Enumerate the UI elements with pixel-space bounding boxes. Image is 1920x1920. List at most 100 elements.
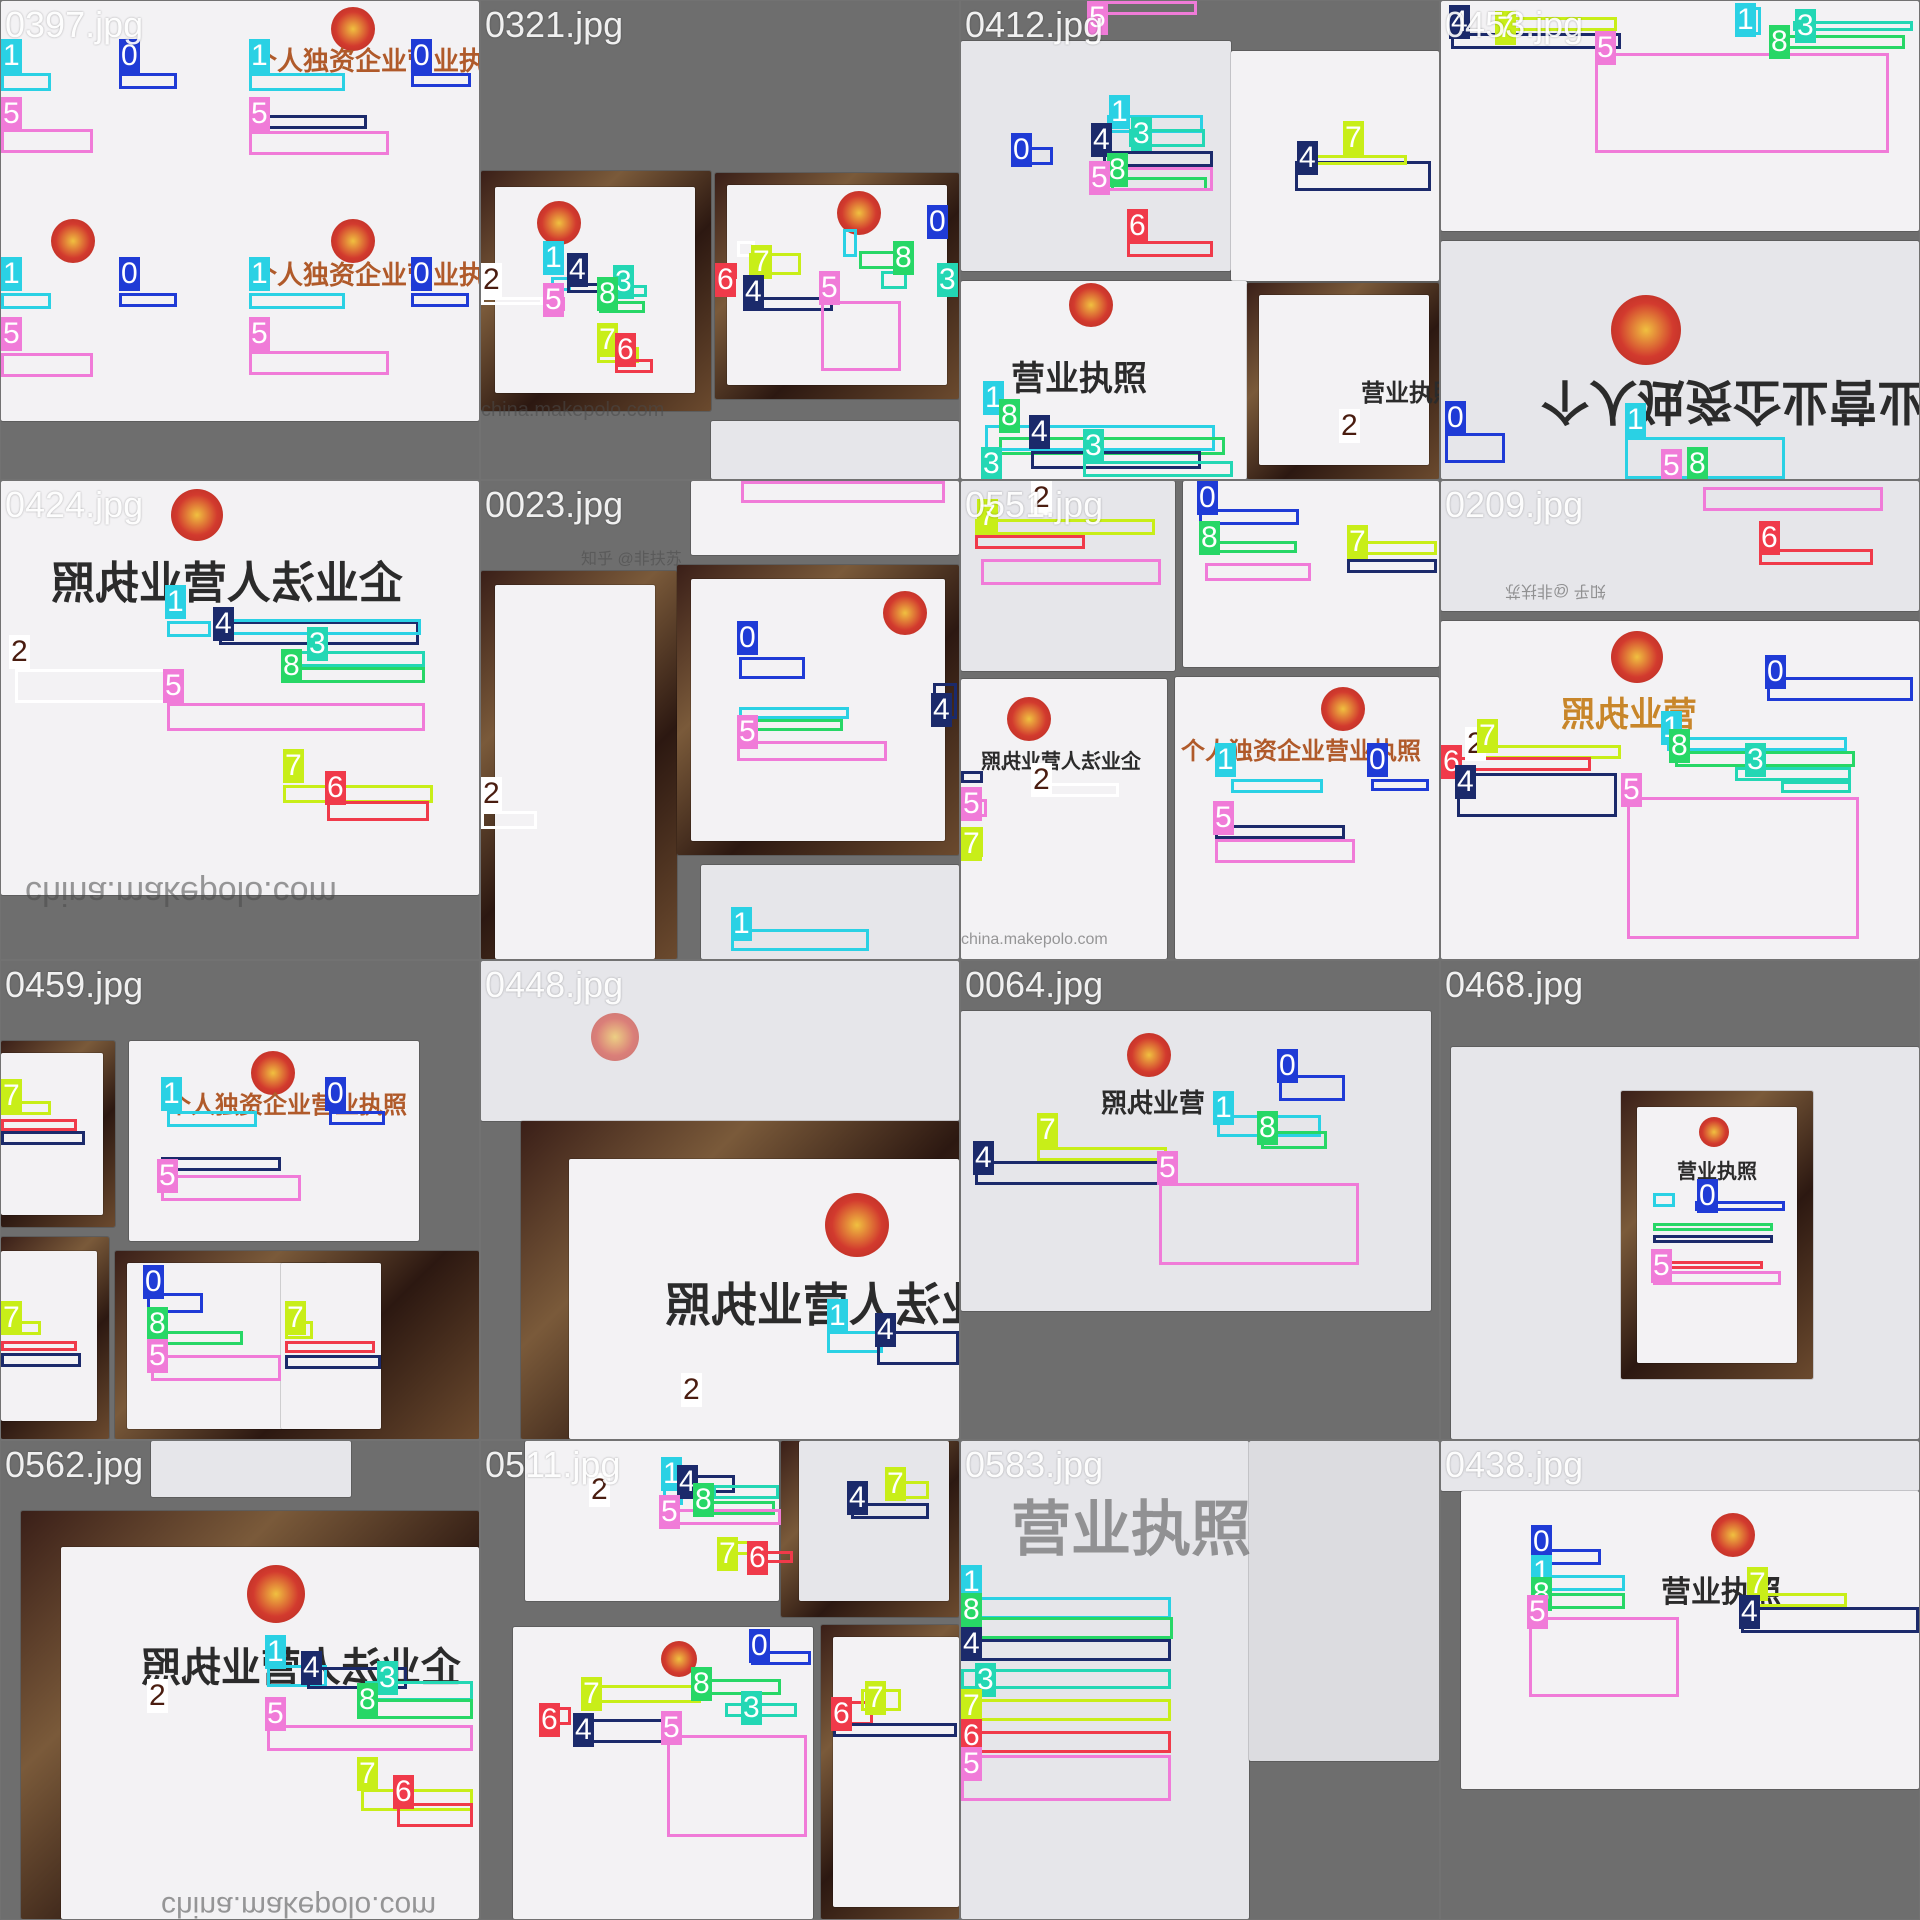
bbox-label-4: 4 <box>301 1651 322 1685</box>
bbox-label-1: 1 <box>1215 743 1236 777</box>
bbox-label-5: 5 <box>147 1339 168 1373</box>
bbox-label-1: 1 <box>1735 3 1756 37</box>
bbox-label-1: 1 <box>1625 403 1646 437</box>
bbox-class-1 <box>249 73 345 91</box>
bbox-label-1: 1 <box>249 257 270 291</box>
bbox-label-7: 7 <box>1477 719 1498 753</box>
tile-filename: 0459.jpg <box>5 964 144 1005</box>
tile-filename: 0064.jpg <box>965 964 1104 1005</box>
bbox-label-0: 0 <box>1367 743 1388 777</box>
bbox-class-4 <box>1215 825 1345 839</box>
bbox-label-5: 5 <box>1 97 22 131</box>
license-heading: 企业法人营业执照 <box>981 749 1141 773</box>
bbox-label-4: 4 <box>573 1713 594 1747</box>
mosaic-tile: 企业法人营业执照 2 1 4 3 8 5 7 6 china.makepolo.… <box>1 1441 479 1919</box>
bbox-class-1 <box>1231 779 1323 793</box>
license-heading: 营业执照 <box>1101 1089 1206 1119</box>
national-emblem-icon <box>1007 697 1051 741</box>
bbox-label-1: 1 <box>249 39 270 73</box>
bbox-class-2 <box>481 811 537 829</box>
bbox-class-0 <box>411 293 469 307</box>
national-emblem-icon <box>537 201 581 245</box>
bbox-label-6: 6 <box>715 263 736 297</box>
bbox-label-5: 5 <box>1213 801 1234 835</box>
national-emblem-icon <box>825 1193 889 1257</box>
bbox-class-5 <box>167 703 425 731</box>
bbox-label-8: 8 <box>147 1307 168 1341</box>
bbox-class-0 <box>1445 433 1505 463</box>
mosaic-tile: 个人独资企业营业执照 4 7 1 3 8 5 0 1 5 8 0453.jpg <box>1441 1 1919 479</box>
bbox-label-7: 7 <box>717 1537 738 1571</box>
bbox-label-1: 1 <box>827 1299 848 1333</box>
bbox-class-5 <box>1595 53 1889 153</box>
bbox-class-5 <box>981 559 1161 585</box>
bbox-label-0: 0 <box>411 257 432 291</box>
bbox-class-5 <box>741 481 945 503</box>
bbox-label-8: 8 <box>1669 729 1690 763</box>
bbox-label-0: 0 <box>1765 655 1786 689</box>
bbox-class-1 <box>1 73 51 91</box>
license-photo <box>481 961 959 1121</box>
bbox-label-3: 3 <box>1083 429 1104 463</box>
national-emblem-icon <box>883 591 927 635</box>
bbox-label-2: 2 <box>589 1473 610 1507</box>
bbox-class-5 <box>151 1355 281 1381</box>
bbox-label-5: 5 <box>661 1711 682 1745</box>
bbox-label-5: 5 <box>1 317 22 351</box>
bbox-label-6: 6 <box>1127 209 1148 243</box>
bbox-label-7: 7 <box>357 1757 378 1791</box>
bbox-class-6 <box>975 535 1085 549</box>
bbox-class-7 <box>961 1699 1171 1721</box>
bbox-class-4 <box>1457 773 1617 817</box>
bbox-label-5: 5 <box>543 283 564 317</box>
license-heading: 个人独资企业营业执照 <box>1541 373 1919 429</box>
bbox-label-6: 6 <box>747 1541 768 1575</box>
tile-filename: 0023.jpg <box>485 484 624 525</box>
bbox-label-2: 2 <box>1031 763 1052 797</box>
watermark-text: china.makepolo.com <box>481 399 665 421</box>
bbox-label-3: 3 <box>981 447 1002 479</box>
national-emblem-icon <box>171 489 223 541</box>
watermark-text: 知乎 @非扶苏 <box>1505 582 1606 599</box>
bbox-label-7: 7 <box>961 827 982 861</box>
mosaic-tile: 2 1 4 8 5 7 6 4 7 0 6 7 4 8 3 5 6 7 0511… <box>481 1441 959 1919</box>
bbox-class-5 <box>1703 487 1883 511</box>
bbox-label-4: 4 <box>213 607 234 641</box>
bbox-label-2: 2 <box>681 1373 702 1407</box>
mosaic-tile: 营业执照 0 1 8 5 7 4 0438.jpg <box>1441 1441 1919 1919</box>
seal-icon <box>591 1013 639 1061</box>
bbox-label-1: 1 <box>165 585 186 619</box>
bbox-class-5 <box>1 129 93 153</box>
bbox-class-7 <box>1037 1147 1167 1161</box>
bbox-label-5: 5 <box>1595 31 1616 65</box>
bbox-class-3 <box>1781 781 1851 793</box>
bbox-label-4: 4 <box>875 1313 896 1347</box>
bbox-label-8: 8 <box>1107 153 1128 187</box>
bbox-label-6: 6 <box>393 1775 414 1809</box>
bbox-class-4 <box>285 1355 381 1369</box>
bbox-label-0: 0 <box>1197 481 1218 515</box>
bbox-label-0: 0 <box>927 205 948 239</box>
license-heading: 营业执照 <box>1361 378 1439 407</box>
bbox-class-4 <box>961 771 983 783</box>
bbox-label-0: 0 <box>1697 1179 1718 1213</box>
bbox-label-8: 8 <box>893 241 914 275</box>
bbox-class-4 <box>961 1639 1171 1661</box>
bbox-label-8: 8 <box>357 1683 378 1717</box>
bbox-class-1 <box>731 929 869 951</box>
license-photo <box>1249 1441 1439 1761</box>
bbox-label-0: 0 <box>143 1265 164 1299</box>
mosaic-tile: 企业法人营业执照 1 4 2 0448.jpg <box>481 961 959 1439</box>
bbox-label-8: 8 <box>691 1667 712 1701</box>
bbox-label-0: 0 <box>737 621 758 655</box>
mosaic-tile: 企业法人营业执照 2 1 4 3 8 5 7 6 china.makepolo.… <box>1 481 479 959</box>
bbox-label-4: 4 <box>961 1627 982 1661</box>
bbox-label-8: 8 <box>693 1483 714 1517</box>
bbox-class-5 <box>267 1725 473 1751</box>
mosaic-tile: 5 0 1 4 3 8 5 6 4 7 营业执照 营业执照 1 8 4 3 3 … <box>961 1 1439 479</box>
bbox-class-8 <box>961 1617 1173 1639</box>
watermark-text: 知乎 @非扶苏 <box>581 551 682 568</box>
bbox-label-0: 0 <box>119 39 140 73</box>
bbox-label-1: 1 <box>731 907 752 941</box>
bbox-label-5: 5 <box>961 1747 982 1781</box>
